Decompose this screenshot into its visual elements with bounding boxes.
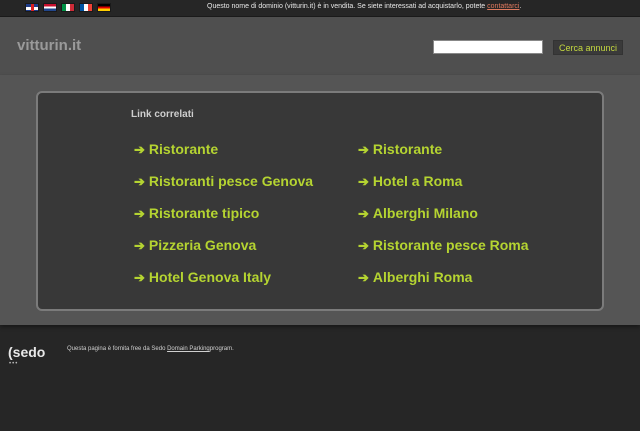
arrow-icon: ➔ <box>358 142 369 157</box>
related-links-panel: Link correlati ➔ Ristorante ➔ Ristoranti p… <box>36 91 604 311</box>
uk-flag-icon[interactable] <box>25 3 39 12</box>
arrow-icon: ➔ <box>358 238 369 253</box>
related-link[interactable]: ➔ Ristoranti pesce Genova <box>134 171 313 203</box>
arrow-icon: ➔ <box>134 270 145 285</box>
arrow-icon: ➔ <box>358 206 369 221</box>
top-notice-bar: Questo nome di dominio (vitturin.it) è i… <box>0 0 640 17</box>
link-label: Pizzeria Genova <box>148 237 257 253</box>
arrow-icon: ➔ <box>358 174 369 189</box>
contact-link[interactable]: contattarci <box>487 3 519 10</box>
nl-flag-icon[interactable] <box>43 3 57 12</box>
related-link[interactable]: ➔ Hotel Genova Italy <box>134 267 313 299</box>
search-input[interactable] <box>433 40 543 54</box>
arrow-icon: ➔ <box>134 206 145 221</box>
related-link[interactable]: ➔ Hotel a Roma <box>358 171 529 203</box>
link-label: Hotel a Roma <box>372 173 463 189</box>
link-label: Ristorante <box>148 141 219 157</box>
arrow-icon: ➔ <box>358 270 369 285</box>
link-label: Ristorante <box>372 141 443 157</box>
fr-flag-icon[interactable] <box>79 3 93 12</box>
domain-sale-notice: Questo nome di dominio (vitturin.it) è i… <box>207 3 521 10</box>
it-flag-icon[interactable] <box>61 3 75 12</box>
arrow-icon: ➔ <box>134 238 145 253</box>
notice-end: . <box>519 3 522 10</box>
footer-text: Questa pagina è fornita free da Sedo Dom… <box>67 346 234 352</box>
related-link[interactable]: ➔ Ristorante <box>134 139 313 171</box>
footer-text-before: Questa pagina è fornita free da Sedo <box>67 346 168 352</box>
link-label: Hotel Genova Italy <box>148 269 272 285</box>
search-button[interactable]: Cerca annunci <box>553 40 623 55</box>
sedo-logo[interactable]: (sedo <box>8 344 45 360</box>
panel-title: Link correlati <box>131 109 194 120</box>
language-flags <box>25 3 111 12</box>
site-logo[interactable]: vitturin.it <box>17 37 81 54</box>
main-band: Link correlati ➔ Ristorante ➔ Ristoranti p… <box>0 75 640 325</box>
related-link[interactable]: ➔ Pizzeria Genova <box>134 235 313 267</box>
link-label: Alberghi Roma <box>372 269 473 285</box>
de-flag-icon[interactable] <box>97 3 111 12</box>
domain-parking-link[interactable]: Domain Parking <box>167 346 210 352</box>
header: vitturin.it Cerca annunci <box>0 17 640 75</box>
related-link[interactable]: ➔ Ristorante tipico <box>134 203 313 235</box>
arrow-icon: ➔ <box>134 174 145 189</box>
right-links-column: ➔ Ristorante ➔ Hotel a Roma ➔ Alberghi Mila… <box>358 139 529 299</box>
arrow-icon: ➔ <box>134 142 145 157</box>
related-link[interactable]: ➔ Ristorante pesce Roma <box>358 235 529 267</box>
related-link[interactable]: ➔ Alberghi Roma <box>358 267 529 299</box>
link-label: Ristorante tipico <box>148 205 260 221</box>
sedo-logo-dots: ••• <box>9 361 19 367</box>
related-link[interactable]: ➔ Alberghi Milano <box>358 203 529 235</box>
link-label: Ristorante pesce Roma <box>372 237 529 253</box>
footer-text-after: program. <box>209 346 234 352</box>
related-link[interactable]: ➔ Ristorante <box>358 139 529 171</box>
link-label: Alberghi Milano <box>372 205 478 221</box>
left-links-column: ➔ Ristorante ➔ Ristoranti pesce Genova ➔ Ri… <box>134 139 313 299</box>
notice-text: Questo nome di dominio (vitturin.it) è i… <box>207 3 488 10</box>
link-label: Ristoranti pesce Genova <box>148 173 314 189</box>
footer: (sedo ••• Questa pagina è fornita free d… <box>0 338 640 378</box>
